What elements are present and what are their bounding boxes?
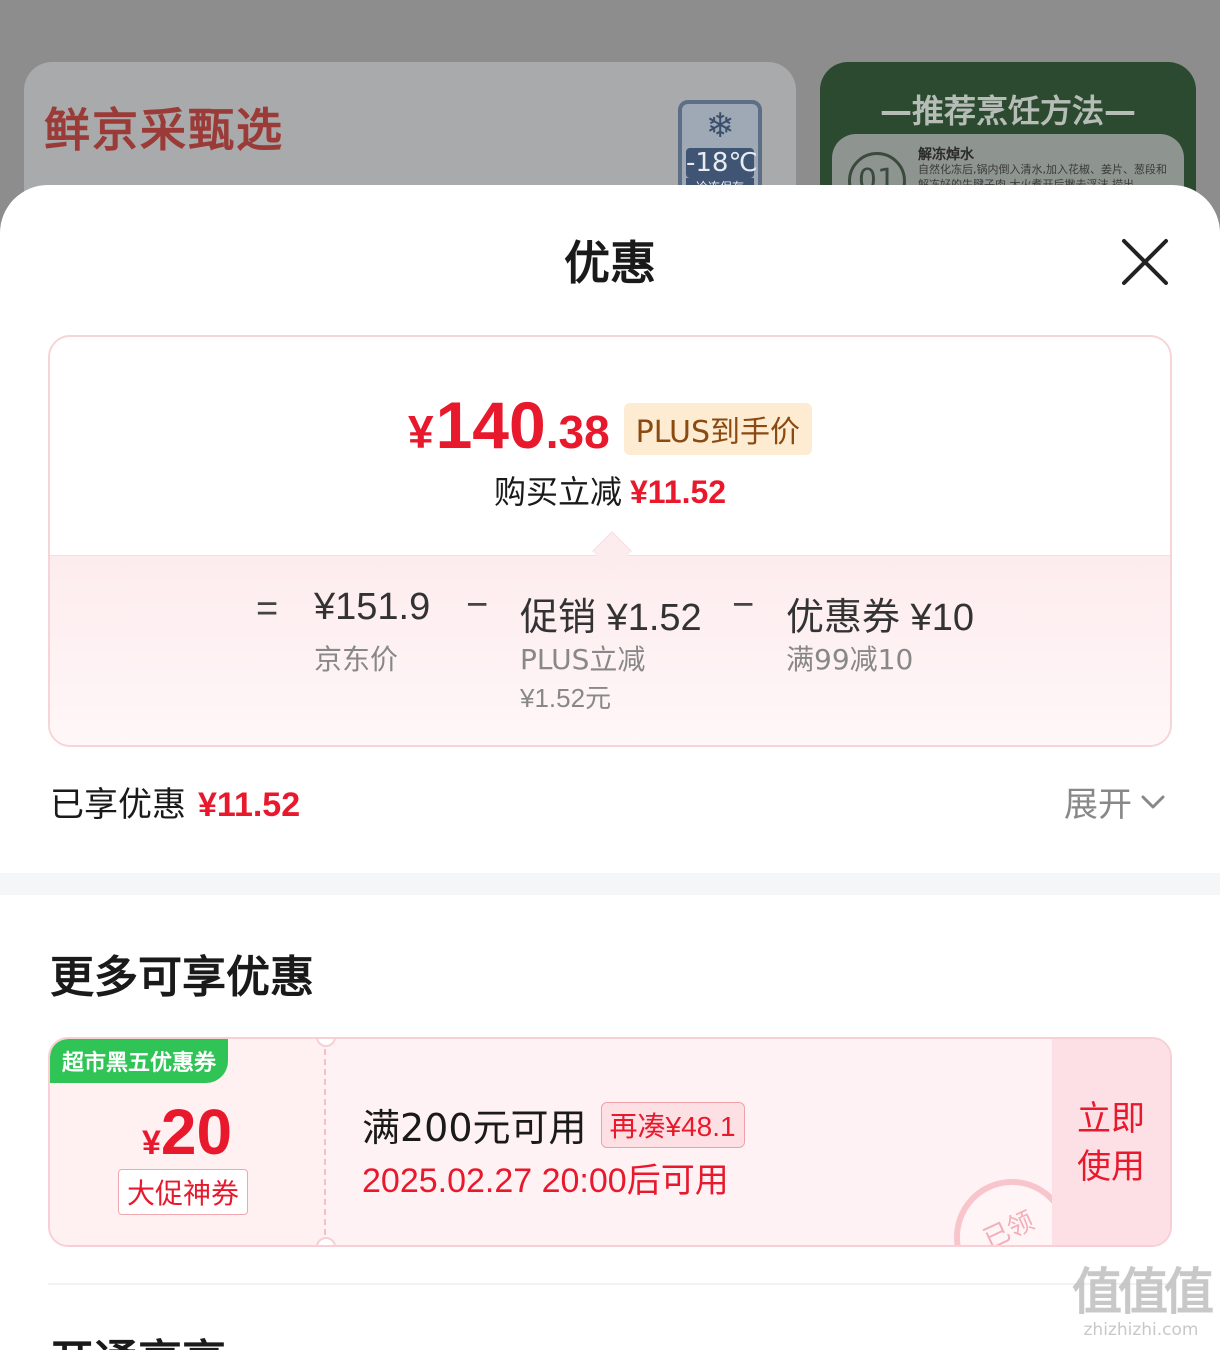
minus-sign: − (466, 584, 489, 626)
price-formula: = ¥151.9 京东价 − 促销 ¥1.52 PLUS立减 ¥1.52元 − … (50, 555, 1170, 745)
freeze-temp: -18℃ (686, 148, 758, 178)
equals-sign: = (256, 588, 279, 630)
final-price-currency: ¥ (408, 406, 434, 458)
coupon-amount: ¥20 (50, 1095, 324, 1169)
use-now-label: 立即使用 (1077, 1099, 1145, 1187)
reduction-amount: ¥11.52 (629, 474, 727, 510)
coupon-type-tag: 大促神券 (118, 1169, 249, 1215)
promo-desc-amount: ¥1.52元 (520, 683, 612, 713)
reduction-label: 购买立减 (493, 473, 622, 511)
close-icon (1122, 239, 1168, 285)
site-watermark: 值值值 zhizhizhi.com (1066, 1264, 1216, 1340)
watermark-logo: 值值值 (1072, 1263, 1214, 1321)
coupon-value-area: 超市黑五优惠券 ¥20 大促神券 (50, 1039, 326, 1245)
instant-reduction: 购买立减 ¥11.52 (50, 467, 1170, 513)
promo-value: 促销 ¥1.52 (520, 597, 702, 639)
coupon-value: 优惠券 ¥10 (786, 597, 974, 639)
final-price-integer: 140 (435, 388, 546, 462)
coupon-notch-bottom (316, 1237, 336, 1245)
sheet-title: 优惠 (564, 236, 656, 290)
jd-price-value: ¥151.9 (314, 586, 431, 628)
step-name: 解冻焯水 (918, 147, 974, 163)
section-divider (0, 873, 1220, 895)
watermark-site: zhizhizhi.com (1083, 1320, 1199, 1340)
coupon-number: 20 (160, 1096, 233, 1168)
price-breakdown-panel: ¥ 140 .38 PLUS到手价 购买立减 ¥11.52 = ¥151.9 京东… (48, 335, 1172, 747)
coupon-condition-text: 满200元可用 (362, 1106, 587, 1150)
cooking-method-title: —推荐烹饪方法— (879, 92, 1136, 130)
close-button[interactable] (1112, 229, 1178, 295)
final-price-decimal: .38 (545, 406, 610, 458)
enjoyed-label: 已享优惠 (50, 785, 186, 825)
coupon-badge: 超市黑五优惠券 (50, 1039, 229, 1083)
minus-sign: − (732, 584, 755, 626)
enjoyed-discount: 已享优惠 ¥11.52 (50, 777, 300, 826)
coupon-card[interactable]: 超市黑五优惠券 ¥20 大促神券 满200元可用 再凑¥48.1 2025.02… (48, 1037, 1172, 1247)
brand-title: 鲜京采甄选 (44, 103, 284, 157)
coupon-desc: 满99减10 (786, 643, 914, 676)
coupon-condition: 满200元可用 再凑¥48.1 (362, 1097, 745, 1152)
use-now-button[interactable]: 立即使用 (1052, 1039, 1170, 1245)
next-section-title: 开通享享 (50, 1325, 226, 1350)
more-discounts-title: 更多可享优惠 (50, 952, 314, 1003)
final-price-area: ¥ 140 .38 PLUS到手价 购买立减 ¥11.52 (50, 337, 1170, 555)
discount-sheet: 优惠 ¥ 140 .38 PLUS到手价 购买立减 ¥11.52 = ¥151.9 (0, 185, 1220, 1350)
plus-price-tag: PLUS到手价 (623, 403, 812, 455)
chevron-down-icon (1141, 795, 1165, 808)
jd-price-label: 京东价 (314, 643, 399, 676)
coupon-valid-time: 2025.02.27 20:00后可用 (362, 1162, 729, 1200)
promo-desc: PLUS立减 (520, 643, 646, 676)
coupon-currency: ¥ (141, 1124, 161, 1162)
final-price: ¥ 140 .38 (408, 387, 610, 463)
snowflake-icon: ❄ (705, 106, 735, 146)
expand-button[interactable]: 展开 (1064, 777, 1166, 826)
enjoyed-amount: ¥11.52 (198, 786, 301, 824)
expand-label: 展开 (1064, 785, 1132, 825)
divider (48, 1283, 1172, 1285)
coupon-gap-tag: 再凑¥48.1 (600, 1101, 745, 1148)
